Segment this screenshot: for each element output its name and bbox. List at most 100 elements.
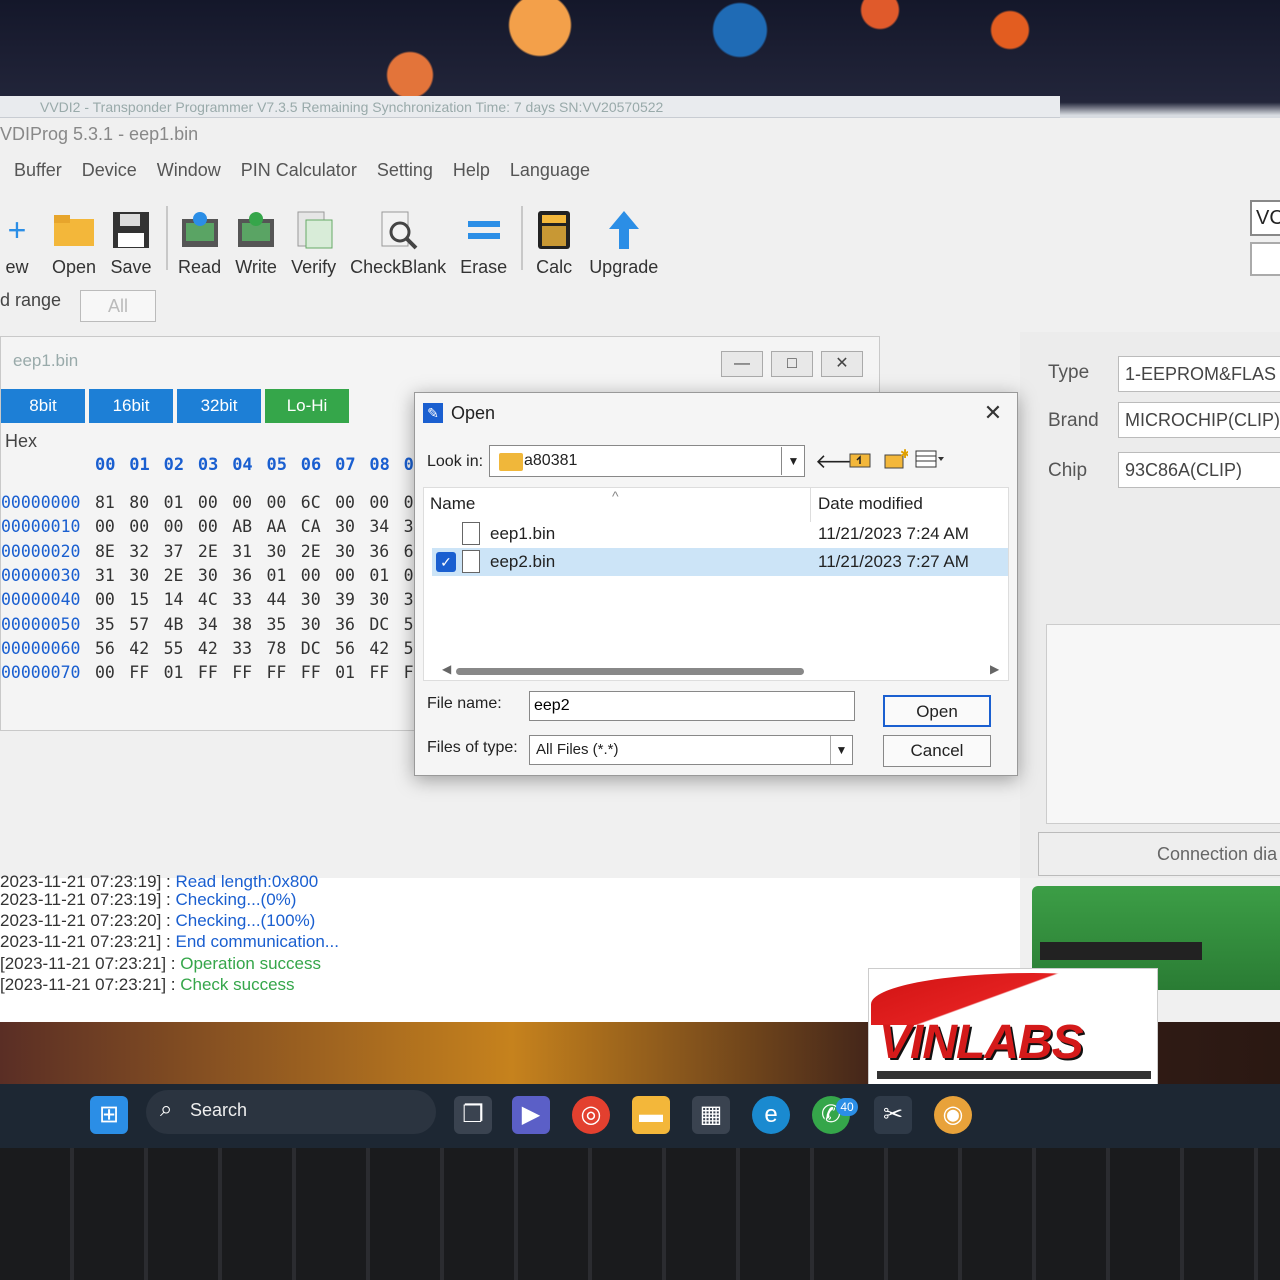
brand-field[interactable]: MICROCHIP(CLIP): [1118, 402, 1280, 438]
back-arrow-icon[interactable]: 🡐: [815, 449, 869, 475]
hex-byte[interactable]: 00: [369, 493, 403, 512]
taskbar-search[interactable]: ⌕ Search: [146, 1090, 436, 1134]
chrome-icon[interactable]: ◎: [572, 1096, 610, 1134]
file-list[interactable]: ^ Name Date modified eep1.bin 11/21/2023…: [423, 487, 1009, 681]
hex-byte[interactable]: 01: [164, 493, 198, 512]
menu-device[interactable]: Device: [82, 160, 137, 188]
hex-byte[interactable]: 30: [335, 517, 369, 536]
column-header-date-modified[interactable]: Date modified: [818, 494, 923, 514]
chip-field[interactable]: 93C86A(CLIP): [1118, 452, 1280, 488]
hex-byte[interactable]: DC: [301, 639, 335, 658]
hex-byte[interactable]: 00: [232, 493, 266, 512]
right-top-field[interactable]: VC: [1250, 200, 1280, 236]
hex-byte[interactable]: 00: [335, 493, 369, 512]
microsoft-store-icon[interactable]: ▦: [692, 1096, 730, 1134]
calc-button[interactable]: Calc: [533, 209, 575, 278]
hex-byte[interactable]: 00: [266, 493, 300, 512]
hex-byte[interactable]: 31: [95, 566, 129, 585]
column-divider[interactable]: [810, 488, 811, 522]
hex-byte[interactable]: 30: [301, 590, 335, 609]
vvdi2-taskbar-icon[interactable]: ◉: [934, 1096, 972, 1134]
file-checkbox[interactable]: [436, 524, 456, 544]
connection-diagram-button[interactable]: Connection dia: [1038, 832, 1280, 876]
chip-list[interactable]: [1046, 624, 1280, 824]
minimize-button[interactable]: —: [721, 351, 763, 377]
hex-byte[interactable]: 39: [335, 590, 369, 609]
teams-icon[interactable]: ▶: [512, 1096, 550, 1134]
files-of-type-select[interactable]: All Files (*.*) ▼: [529, 735, 853, 765]
menu-pin-calculator[interactable]: PIN Calculator: [241, 160, 357, 188]
hex-row[interactable]: 00000020 8E 32 37 2E 31 30 2E 30 36 6: [1, 542, 438, 561]
menu-language[interactable]: Language: [510, 160, 590, 188]
column-header-name[interactable]: Name: [430, 494, 475, 514]
type-field[interactable]: 1-EEPROM&FLAS: [1118, 356, 1280, 392]
hex-byte[interactable]: 00: [335, 566, 369, 585]
hex-byte[interactable]: 00: [301, 566, 335, 585]
erase-button[interactable]: Erase: [460, 209, 507, 278]
write-button[interactable]: Write: [235, 209, 277, 278]
hex-byte[interactable]: 00: [95, 517, 129, 536]
menu-setting[interactable]: Setting: [377, 160, 433, 188]
tab-32bit[interactable]: 32bit: [177, 389, 261, 423]
hex-byte[interactable]: 30: [301, 615, 335, 634]
horizontal-scrollbar[interactable]: ◀ ▶: [442, 662, 999, 676]
hex-byte[interactable]: 80: [129, 493, 163, 512]
hex-byte[interactable]: FF: [129, 663, 163, 682]
hex-byte[interactable]: 42: [129, 639, 163, 658]
hex-byte[interactable]: 56: [335, 639, 369, 658]
hex-row[interactable]: 00000030 31 30 2E 30 36 01 00 00 01 0: [1, 566, 438, 585]
hex-byte[interactable]: 57: [129, 615, 163, 634]
hex-byte[interactable]: 38: [232, 615, 266, 634]
hex-byte[interactable]: AA: [266, 517, 300, 536]
hex-byte[interactable]: CA: [301, 517, 335, 536]
edge-icon[interactable]: e: [752, 1096, 790, 1134]
hex-row[interactable]: 00000040 00 15 14 4C 33 44 30 39 30 3: [1, 590, 438, 609]
new-folder-icon[interactable]: ✱: [883, 447, 910, 475]
hex-byte[interactable]: 4C: [198, 590, 232, 609]
maximize-button[interactable]: □: [771, 351, 813, 377]
scroll-left-icon[interactable]: ◀: [442, 662, 451, 676]
open-button[interactable]: Open: [883, 695, 991, 727]
upgrade-button[interactable]: Upgrade: [589, 209, 658, 278]
hex-byte[interactable]: 30: [335, 542, 369, 561]
save-button[interactable]: Save: [110, 209, 152, 278]
hex-byte[interactable]: 42: [198, 639, 232, 658]
file-name-input[interactable]: [529, 691, 855, 721]
hex-byte[interactable]: 30: [198, 566, 232, 585]
right-top-button[interactable]: [1250, 242, 1280, 276]
checkblank-button[interactable]: CheckBlank: [350, 209, 446, 278]
hex-byte[interactable]: FF: [232, 663, 266, 682]
hex-byte[interactable]: 6C: [301, 493, 335, 512]
hex-byte[interactable]: 35: [266, 615, 300, 634]
tab-16bit[interactable]: 16bit: [89, 389, 173, 423]
hex-row[interactable]: 00000010 00 00 00 00 AB AA CA 30 34 3: [1, 517, 438, 536]
hex-byte[interactable]: 32: [129, 542, 163, 561]
hex-byte[interactable]: 00: [95, 663, 129, 682]
tab-lo-hi[interactable]: Lo-Hi: [265, 389, 349, 423]
hex-row[interactable]: 00000060 56 42 55 42 33 78 DC 56 42 5: [1, 639, 438, 658]
hex-row[interactable]: 00000000 81 80 01 00 00 00 6C 00 00 0: [1, 493, 438, 512]
menu-buffer[interactable]: Buffer: [14, 160, 62, 188]
hex-byte[interactable]: 81: [95, 493, 129, 512]
hex-byte[interactable]: 36: [369, 542, 403, 561]
hex-byte[interactable]: 30: [369, 590, 403, 609]
hex-byte[interactable]: 33: [232, 639, 266, 658]
hex-byte[interactable]: 2E: [301, 542, 335, 561]
hex-byte[interactable]: 00: [198, 493, 232, 512]
hex-byte[interactable]: 2E: [198, 542, 232, 561]
hex-byte[interactable]: 36: [232, 566, 266, 585]
hex-byte[interactable]: 8E: [95, 542, 129, 561]
hex-byte[interactable]: 56: [95, 639, 129, 658]
hex-byte[interactable]: 00: [198, 517, 232, 536]
vdiprog-taskbar-icon[interactable]: ✂: [874, 1096, 912, 1134]
chevron-down-icon[interactable]: ▼: [830, 736, 852, 764]
hex-byte[interactable]: 01: [369, 566, 403, 585]
file-explorer-icon[interactable]: ▬: [632, 1096, 670, 1134]
scroll-right-icon[interactable]: ▶: [990, 662, 999, 676]
look-in-select[interactable]: a80381: [489, 445, 805, 477]
hex-byte[interactable]: 34: [369, 517, 403, 536]
hex-row[interactable]: 00000070 00 FF 01 FF FF FF FF 01 FF F: [1, 663, 438, 682]
hex-byte[interactable]: 00: [164, 517, 198, 536]
hex-byte[interactable]: 36: [335, 615, 369, 634]
close-button[interactable]: ✕: [821, 351, 863, 377]
